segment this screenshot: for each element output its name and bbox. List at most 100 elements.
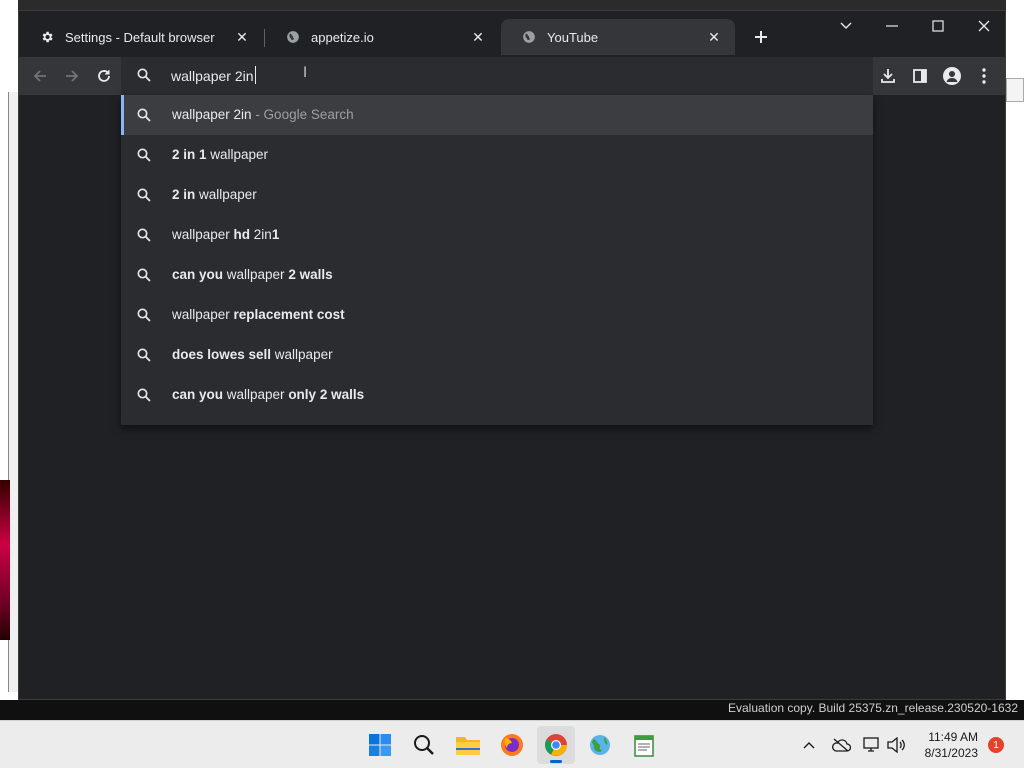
search-icon <box>137 108 151 125</box>
suggestion-item[interactable]: can you wallpaper only 2 walls <box>121 375 873 415</box>
windows-logo-icon <box>369 734 391 756</box>
side-panel-button[interactable] <box>906 62 934 90</box>
browser-toolbar: I <box>19 57 1005 95</box>
avatar-icon <box>943 67 961 85</box>
close-window-button[interactable] <box>961 11 1007 41</box>
suggestion-text-part: wallpaper <box>172 227 234 242</box>
search-icon <box>137 68 151 87</box>
search-icon <box>137 268 151 285</box>
suggestion-text-part: hd <box>233 227 251 242</box>
file-explorer-button[interactable] <box>449 726 487 764</box>
suggestion-source: - Google Search <box>251 107 354 122</box>
system-clock[interactable]: 11:49 AM 8/31/2023 <box>925 729 978 761</box>
chrome-icon <box>545 734 567 756</box>
tab-appetize[interactable]: appetize.io ✕ <box>265 19 499 55</box>
download-icon <box>881 69 895 83</box>
plus-icon <box>755 31 767 43</box>
close-icon <box>978 20 990 32</box>
suggestion-text-part: 2in <box>250 227 272 242</box>
suggestion-item[interactable]: does lowes sell wallpaper <box>121 335 873 375</box>
cloud-offline-icon[interactable] <box>831 735 851 755</box>
search-icon <box>137 148 151 165</box>
suggestion-text-part: wallpaper <box>206 147 269 162</box>
address-input[interactable] <box>171 65 771 87</box>
suggestion-text: does lowes sell wallpaper <box>172 347 333 362</box>
search-icon <box>137 348 151 365</box>
firefox-button[interactable] <box>493 726 531 764</box>
folder-icon <box>456 737 480 755</box>
tab-strip: Settings - Default browser ✕ appetize.io… <box>19 11 1005 57</box>
chrome-window[interactable]: Settings - Default browser ✕ appetize.io… <box>18 10 1006 700</box>
suggestion-text-part: wallpaper <box>172 307 234 322</box>
globe-app-button[interactable] <box>581 726 619 764</box>
suggestion-text-part: can you <box>172 267 224 282</box>
suggestion-item[interactable]: 2 in wallpaper <box>121 175 873 215</box>
maximize-icon <box>932 20 944 32</box>
clock-time: 11:49 AM <box>928 730 978 744</box>
network-icon[interactable] <box>862 735 882 755</box>
suggestion-text-part: 1 <box>271 227 280 242</box>
new-tab-button[interactable] <box>749 25 773 49</box>
suggestion-text-part: wallpaper <box>195 187 257 202</box>
suggestion-text-part: does lowes sell <box>172 347 272 362</box>
kebab-menu-icon <box>982 68 986 84</box>
search-taskbar-button[interactable] <box>405 726 443 764</box>
back-button[interactable] <box>26 62 54 90</box>
tab-youtube[interactable]: YouTube ✕ <box>501 19 735 55</box>
close-icon[interactable]: ✕ <box>469 28 487 46</box>
text-cursor <box>255 66 256 84</box>
close-icon[interactable]: ✕ <box>705 28 723 46</box>
forward-button[interactable] <box>58 62 86 90</box>
search-icon <box>137 388 151 405</box>
side-panel-icon <box>913 69 927 83</box>
suggestion-item[interactable]: 2 in 1 wallpaper <box>121 135 873 175</box>
menu-button[interactable] <box>970 62 998 90</box>
reload-button[interactable] <box>90 62 118 90</box>
suggestion-text: can you wallpaper only 2 walls <box>172 387 364 402</box>
volume-icon[interactable] <box>886 735 906 755</box>
notepad-icon <box>634 735 654 757</box>
tab-settings[interactable]: Settings - Default browser ✕ <box>19 19 263 55</box>
suggestion-text: wallpaper hd 2in1 <box>172 227 279 242</box>
profile-button[interactable] <box>938 62 966 90</box>
search-icon <box>137 188 151 205</box>
downloads-button[interactable] <box>874 62 902 90</box>
taskbar: 11:49 AM 8/31/2023 1 <box>0 720 1024 768</box>
suggestion-text-part: 2 walls <box>288 267 333 282</box>
suggestion-item[interactable]: can you wallpaper 2 walls <box>121 255 873 295</box>
search-icon <box>137 308 151 325</box>
tab-search-button[interactable] <box>823 11 869 41</box>
ibeam-cursor-icon: I <box>303 65 308 81</box>
close-icon[interactable]: ✕ <box>233 28 251 46</box>
suggestion-text: 2 in 1 wallpaper <box>172 147 268 162</box>
globe-icon <box>590 735 610 755</box>
minimize-button[interactable] <box>869 11 915 41</box>
search-icon <box>137 228 151 245</box>
suggestion-text-part: replacement cost <box>233 307 345 322</box>
chevron-down-icon <box>840 22 852 29</box>
suggestion-item[interactable]: wallpaper 2in - Google Search <box>121 95 873 135</box>
globe-icon <box>285 29 301 45</box>
notification-badge[interactable]: 1 <box>988 737 1004 753</box>
suggestion-item[interactable]: wallpaper hd 2in1 <box>121 215 873 255</box>
clock-date: 8/31/2023 <box>924 746 978 760</box>
tab-title: Settings - Default browser <box>65 29 215 45</box>
reload-icon <box>98 70 110 82</box>
evaluation-watermark: Evaluation copy. Build 25375.zn_release.… <box>728 701 1018 715</box>
address-bar[interactable]: I <box>121 57 873 95</box>
background-window-left <box>0 0 18 720</box>
chrome-button[interactable] <box>537 726 575 764</box>
suggestion-text-part: 2 in 1 <box>172 147 207 162</box>
arrow-left-icon <box>33 70 46 82</box>
chevron-up-icon[interactable] <box>799 735 819 755</box>
maximize-button[interactable] <box>915 11 961 41</box>
notepad-button[interactable] <box>625 726 663 764</box>
suggestion-item[interactable]: wallpaper replacement cost <box>121 295 873 335</box>
tab-title: YouTube <box>547 29 599 45</box>
search-icon <box>414 735 434 755</box>
suggestion-text-part: wallpaper <box>223 267 289 282</box>
suggestion-text-part: wallpaper 2in <box>172 107 252 122</box>
start-button[interactable] <box>361 726 399 764</box>
suggestion-text: 2 in wallpaper <box>172 187 257 202</box>
suggestion-text: can you wallpaper 2 walls <box>172 267 333 282</box>
